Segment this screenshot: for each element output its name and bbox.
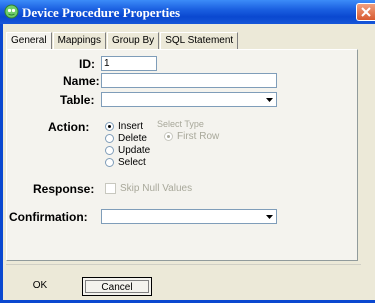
radio-update-button[interactable] xyxy=(105,146,114,155)
tab-sql-statement[interactable]: SQL Statement xyxy=(160,32,239,49)
radio-select-label: Select xyxy=(118,157,146,168)
skip-null-checkbox: Skip Null Values xyxy=(105,183,192,194)
window-border-left xyxy=(0,24,3,303)
footer-divider xyxy=(6,264,361,265)
cancel-button-label: Cancel xyxy=(85,280,149,293)
action-label: Action: xyxy=(48,120,90,134)
radio-delete[interactable]: Delete xyxy=(105,133,147,144)
name-label: Name: xyxy=(63,74,100,88)
skip-null-label: Skip Null Values xyxy=(120,183,193,194)
window-title: Device Procedure Properties xyxy=(22,5,181,20)
tab-mappings[interactable]: Mappings xyxy=(52,32,106,49)
radio-select[interactable]: Select xyxy=(105,157,146,168)
dialog-window: Device Procedure Properties General Mapp… xyxy=(0,0,375,303)
radio-update-label: Update xyxy=(118,145,151,156)
radio-update[interactable]: Update xyxy=(105,145,150,156)
radio-first-row: First Row xyxy=(164,131,219,142)
name-field[interactable] xyxy=(101,73,277,88)
close-icon xyxy=(361,7,371,17)
title-bar: Device Procedure Properties xyxy=(0,0,375,24)
tab-group-by[interactable]: Group By xyxy=(106,32,160,49)
cancel-button[interactable]: Cancel xyxy=(82,277,152,296)
close-button[interactable] xyxy=(356,3,375,21)
radio-select-button[interactable] xyxy=(105,158,114,167)
response-label: Response: xyxy=(33,182,95,196)
skip-null-checkbox-box xyxy=(105,183,116,194)
confirmation-label: Confirmation: xyxy=(9,210,88,224)
id-label: ID: xyxy=(79,57,95,71)
chevron-down-icon[interactable] xyxy=(264,94,275,105)
radio-delete-label: Delete xyxy=(118,133,147,144)
chevron-down-icon[interactable] xyxy=(264,211,275,222)
select-type-label: Select Type xyxy=(157,119,204,129)
ok-button[interactable]: OK xyxy=(6,277,74,296)
app-icon xyxy=(4,4,19,19)
radio-first-row-label: First Row xyxy=(177,131,220,142)
table-dropdown[interactable] xyxy=(101,92,277,107)
radio-delete-button[interactable] xyxy=(105,134,114,143)
table-label: Table: xyxy=(60,93,95,107)
radio-insert[interactable]: Insert xyxy=(105,121,143,132)
id-field[interactable]: 1 xyxy=(101,56,157,71)
radio-first-row-button xyxy=(164,132,173,141)
radio-insert-button[interactable] xyxy=(105,122,114,131)
tab-strip: General Mappings Group By SQL Statement xyxy=(6,32,239,50)
tab-general[interactable]: General xyxy=(6,32,52,50)
radio-insert-label: Insert xyxy=(118,121,144,132)
confirmation-dropdown[interactable] xyxy=(101,209,277,224)
